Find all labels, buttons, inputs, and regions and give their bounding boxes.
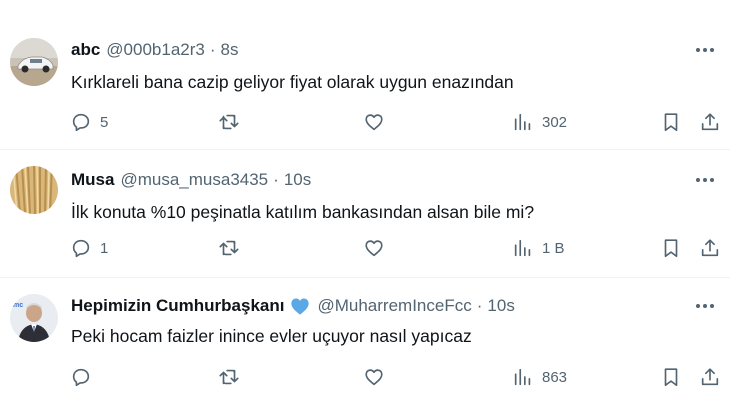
- share-button[interactable]: [699, 110, 721, 134]
- tweet-text: İlk konuta %10 peşinatla katılım bankası…: [71, 202, 535, 222]
- display-name[interactable]: Hepimizin Cumhurbaşkanı: [71, 296, 284, 316]
- separator-dot: ·: [476, 296, 483, 315]
- views-chart-icon: [514, 113, 531, 131]
- more-dots-icon[interactable]: [692, 296, 718, 316]
- bookmark-icon: [664, 239, 678, 258]
- avatar[interactable]: [10, 38, 58, 86]
- tweet[interactable]: mc Hepimizin Cumhurbaşkanı @MuharremInce…: [0, 278, 730, 420]
- reply-button[interactable]: 1: [70, 236, 108, 260]
- retweet-icon: [219, 369, 239, 385]
- more-dots-icon[interactable]: [692, 40, 718, 60]
- reply-icon: [72, 113, 90, 132]
- views-chart-icon: [514, 239, 531, 257]
- tweet-header: abc @000b1a2r3 · 8s: [71, 38, 239, 62]
- user-handle[interactable]: @musa_musa3435: [120, 170, 268, 190]
- bookmark-button[interactable]: [660, 236, 682, 260]
- avatar[interactable]: mc: [10, 294, 58, 342]
- view-count: 863: [542, 368, 568, 386]
- retweet-button[interactable]: [218, 236, 240, 260]
- tweet-text: Kırklareli bana cazip geliyor fiyat olar…: [71, 72, 514, 92]
- user-handle[interactable]: @MuharremInceFcc: [317, 296, 471, 316]
- timestamp[interactable]: 10s: [487, 296, 514, 316]
- views-button[interactable]: 1 B: [512, 236, 565, 260]
- view-count: 302: [542, 113, 568, 131]
- heart-icon: [365, 240, 383, 257]
- views-button[interactable]: 302: [512, 110, 567, 134]
- views-button[interactable]: 863: [512, 365, 567, 389]
- bookmark-icon: [664, 368, 678, 387]
- reply-count: 5: [100, 113, 109, 131]
- reply-icon: [72, 368, 90, 387]
- heart-icon: [365, 369, 383, 386]
- tweet[interactable]: abc @000b1a2r3 · 8s Kırklareli bana cazi…: [0, 0, 730, 150]
- display-name[interactable]: Musa: [71, 170, 114, 190]
- timestamp[interactable]: 8s: [221, 40, 239, 60]
- reply-icon: [72, 239, 90, 258]
- share-icon: [701, 239, 719, 257]
- retweet-icon: [219, 240, 239, 256]
- tweet[interactable]: Musa @musa_musa3435 · 10s İlk konuta %10…: [0, 150, 730, 278]
- separator-dot: ·: [273, 170, 279, 189]
- share-button[interactable]: [699, 236, 721, 260]
- like-button[interactable]: [363, 236, 385, 260]
- timestamp[interactable]: 10s: [284, 170, 311, 190]
- tweet-text: Peki hocam faizler inince evler uçuyor n…: [71, 326, 472, 346]
- bookmark-button[interactable]: [660, 365, 682, 389]
- retweet-button[interactable]: [218, 365, 240, 389]
- like-button[interactable]: [363, 365, 385, 389]
- tweet-header: Hepimizin Cumhurbaşkanı @MuharremInceFcc…: [71, 294, 515, 318]
- share-button[interactable]: [699, 365, 721, 389]
- share-icon: [701, 368, 719, 386]
- view-count: 1 B: [542, 239, 565, 257]
- tweet-feed: abc @000b1a2r3 · 8s Kırklareli bana cazi…: [0, 0, 730, 420]
- share-icon: [701, 113, 719, 131]
- display-name[interactable]: abc: [71, 40, 100, 60]
- views-chart-icon: [514, 368, 531, 386]
- user-handle[interactable]: @000b1a2r3: [106, 40, 205, 60]
- tweet-header: Musa @musa_musa3435 · 10s: [71, 168, 311, 192]
- bookmark-icon: [664, 113, 678, 132]
- avatar[interactable]: [10, 166, 58, 214]
- heart-icon: [365, 114, 383, 131]
- like-button[interactable]: [363, 110, 385, 134]
- reply-button[interactable]: [70, 365, 100, 389]
- retweet-icon: [219, 114, 239, 130]
- separator-dot: ·: [209, 40, 216, 59]
- blue-heart-icon: [289, 296, 311, 316]
- reply-button[interactable]: 5: [70, 110, 108, 134]
- reply-count: 1: [100, 239, 109, 257]
- retweet-button[interactable]: [218, 110, 240, 134]
- more-dots-icon[interactable]: [692, 170, 718, 190]
- avatar-badge: mc: [13, 302, 23, 309]
- bookmark-button[interactable]: [660, 110, 682, 134]
